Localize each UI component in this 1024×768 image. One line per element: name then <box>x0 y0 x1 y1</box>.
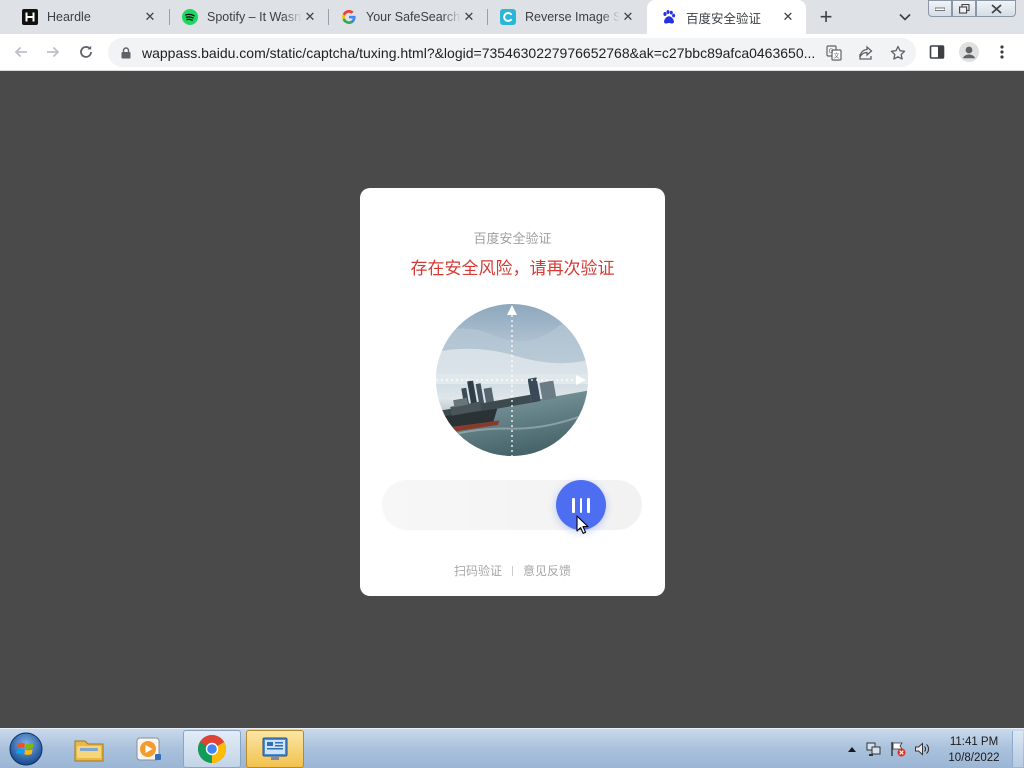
tab-title: Reverse Image Search <box>525 10 620 24</box>
captcha-footer: 扫码验证 意见反馈 <box>360 562 665 579</box>
close-icon[interactable]: ✕ <box>302 9 318 25</box>
close-icon[interactable]: ✕ <box>142 9 158 25</box>
start-button[interactable] <box>6 730 46 768</box>
tab-spotify[interactable]: Spotify – It Wasn't Me ✕ <box>168 0 328 34</box>
restore-button[interactable] <box>952 0 976 17</box>
show-desktop-button[interactable] <box>1012 731 1023 767</box>
tab-title: Heardle <box>47 10 91 24</box>
taskbar-file-explorer[interactable] <box>60 730 118 768</box>
more-menu-icon[interactable] <box>992 42 1012 62</box>
new-tab-button[interactable]: + <box>814 4 838 29</box>
share-icon[interactable] <box>858 45 874 61</box>
rotate-captcha-image[interactable] <box>436 304 588 456</box>
chrome-icon <box>198 735 226 763</box>
baidu-icon <box>661 9 677 25</box>
scan-qr-verify-link[interactable]: 扫码验证 <box>454 562 502 579</box>
heardle-icon <box>22 9 38 25</box>
tab-title: Your SafeSearch Settings <box>366 10 461 24</box>
svg-text:G: G <box>829 48 834 55</box>
profile-avatar-icon[interactable] <box>959 42 979 62</box>
minimize-icon <box>935 7 945 11</box>
show-hidden-icons-arrow[interactable] <box>844 741 860 757</box>
mouse-cursor-icon <box>576 515 589 534</box>
reverse-image-icon <box>500 9 516 25</box>
side-panel-icon[interactable] <box>927 42 947 62</box>
spotify-icon <box>182 9 198 25</box>
feedback-link[interactable]: 意见反馈 <box>523 562 571 579</box>
windows-orb-icon <box>9 732 43 766</box>
footer-divider <box>512 565 513 576</box>
windows-taskbar: 11:41 PM 10/8/2022 <box>0 728 1024 768</box>
page-viewport: 百度安全验证 存在安全风险，请再次验证 扫码验证 意见反馈 <box>0 72 1024 728</box>
tab-title: Spotify – It Wasn't Me <box>207 10 302 24</box>
tab-strip: Heardle ✕ Spotify – It Wasn't Me ✕ Your … <box>0 0 1024 34</box>
close-icon[interactable]: ✕ <box>620 9 636 25</box>
minimize-button[interactable] <box>928 0 952 17</box>
translate-icon[interactable]: 文G <box>826 45 842 61</box>
risk-warning-title: 存在安全风险，请再次验证 <box>410 259 615 279</box>
system-clock[interactable]: 11:41 PM 10/8/2022 <box>940 734 1008 766</box>
reload-button[interactable] <box>74 40 98 64</box>
media-player-icon <box>136 737 161 761</box>
captcha-card: 百度安全验证 存在安全风险，请再次验证 扫码验证 意见反馈 <box>360 188 665 596</box>
forward-button[interactable] <box>41 40 65 64</box>
clock-date: 10/8/2022 <box>948 752 1000 764</box>
browser-toolbar: wappass.baidu.com/static/captcha/tuxing.… <box>0 34 1024 71</box>
action-center-icon[interactable] <box>890 741 906 757</box>
captcha-header: 百度安全验证 <box>473 232 552 247</box>
taskbar-chrome[interactable] <box>183 730 241 768</box>
reload-icon <box>80 45 92 58</box>
tab-safesearch[interactable]: Your SafeSearch Settings ✕ <box>327 0 487 34</box>
lock-icon <box>119 46 133 60</box>
svg-text:文: 文 <box>833 52 839 60</box>
back-button[interactable] <box>9 40 33 64</box>
file-explorer-icon <box>74 740 104 762</box>
chevron-down-icon <box>899 13 911 21</box>
url-text[interactable]: wappass.baidu.com/static/captcha/tuxing.… <box>142 45 816 61</box>
address-bar[interactable]: wappass.baidu.com/static/captcha/tuxing.… <box>108 38 916 67</box>
tab-search-button[interactable] <box>894 6 916 28</box>
close-icon[interactable]: ✕ <box>780 9 796 25</box>
arrow-right-icon <box>47 46 60 58</box>
restore-icon <box>958 3 970 14</box>
arrow-left-icon <box>14 46 27 58</box>
close-window-button[interactable] <box>976 0 1016 17</box>
control-panel-icon <box>262 737 288 760</box>
tab-reverse-image[interactable]: Reverse Image Search ✕ <box>486 0 646 34</box>
taskbar-media-player[interactable] <box>120 730 178 768</box>
close-icon[interactable]: ✕ <box>461 9 477 25</box>
google-icon <box>341 9 357 25</box>
bookmark-star-icon[interactable] <box>890 45 906 61</box>
network-icon[interactable] <box>866 741 882 757</box>
volume-icon[interactable] <box>914 741 930 757</box>
close-icon <box>990 3 1002 14</box>
taskbar-control-panel[interactable] <box>246 730 304 768</box>
tab-baidu-captcha[interactable]: 百度安全验证 ✕ <box>647 0 806 34</box>
tab-title: 百度安全验证 <box>686 11 762 26</box>
tab-heardle[interactable]: Heardle ✕ <box>8 0 168 34</box>
clock-time: 11:41 PM <box>949 736 999 748</box>
